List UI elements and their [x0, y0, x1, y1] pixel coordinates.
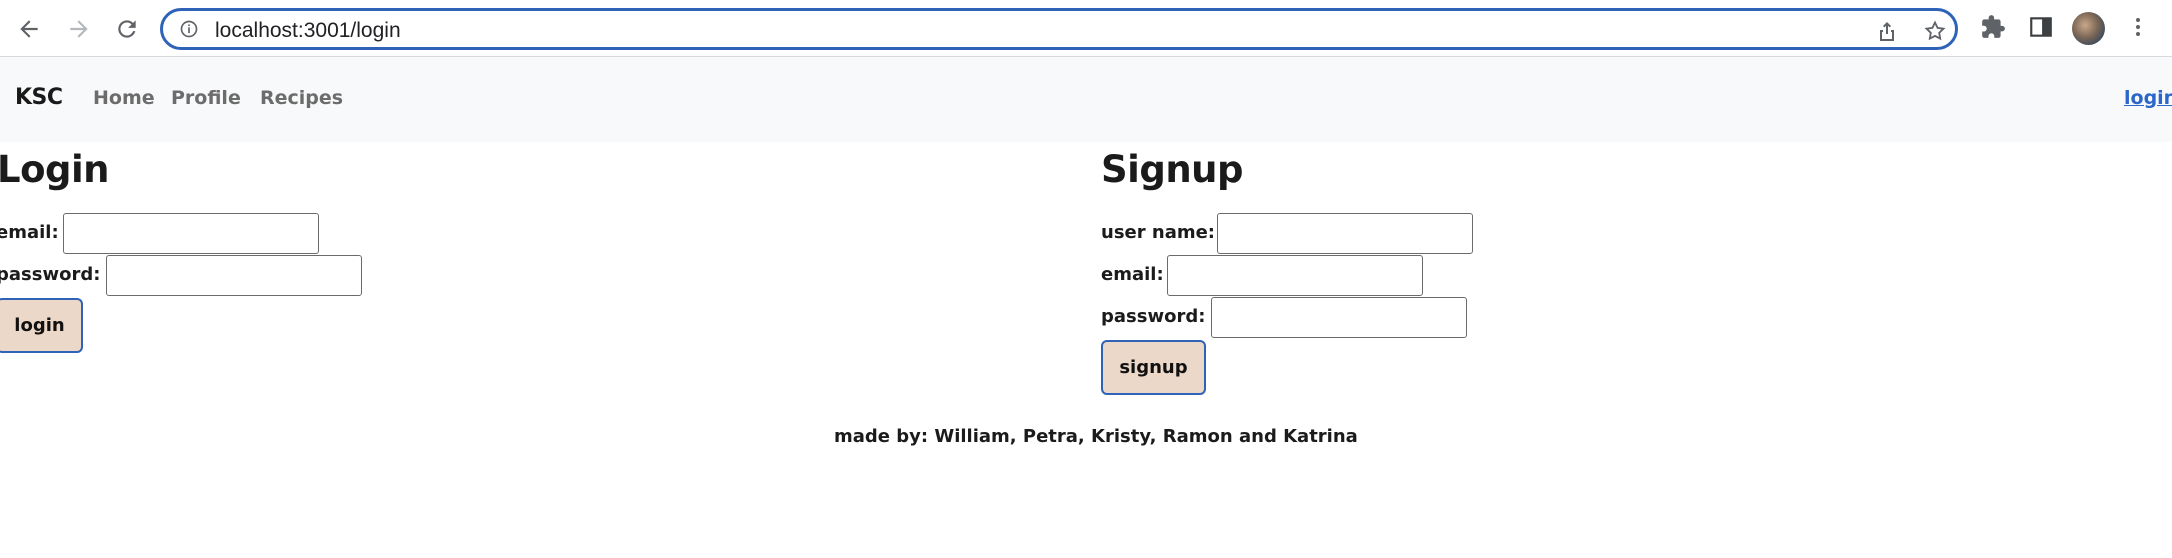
share-icon[interactable] — [1875, 19, 1899, 43]
reload-icon — [118, 20, 136, 38]
login-email-input[interactable] — [63, 213, 319, 254]
arrow-right-icon — [70, 20, 88, 38]
nav-link-profile[interactable]: Profile — [171, 87, 241, 109]
arrow-left-icon — [20, 20, 38, 38]
forward-button[interactable] — [62, 12, 96, 46]
signup-title: Signup — [1101, 148, 1243, 191]
nav-login-link[interactable]: login — [2124, 87, 2172, 109]
brand-logo[interactable]: KSC — [15, 85, 63, 110]
signup-password-label: password: — [1101, 306, 1206, 327]
star-icon[interactable] — [1923, 19, 1947, 43]
info-icon[interactable] — [179, 19, 199, 39]
reload-button[interactable] — [110, 12, 144, 46]
back-button[interactable] — [12, 12, 46, 46]
url-text[interactable]: localhost:3001/login — [215, 19, 401, 43]
sidepanel-icon[interactable] — [2028, 14, 2054, 40]
footer-credits: made by: William, Petra, Kristy, Ramon a… — [834, 426, 1358, 447]
address-bar[interactable]: localhost:3001/login — [160, 8, 1958, 50]
login-password-label: password: — [0, 264, 101, 285]
puzzle-icon[interactable] — [1980, 14, 2006, 40]
signup-email-input[interactable] — [1167, 255, 1423, 296]
signup-password-input[interactable] — [1211, 297, 1467, 338]
login-password-input[interactable] — [106, 255, 362, 296]
avatar[interactable] — [2072, 12, 2105, 45]
app-navbar: KSC Home Profile Recipes login — [0, 57, 2172, 142]
login-title: Login — [0, 148, 110, 191]
login-button[interactable]: login — [0, 298, 83, 353]
login-email-label: email: — [0, 222, 59, 243]
browser-toolbar: localhost:3001/login — [0, 0, 2172, 57]
kebab-menu-icon[interactable] — [2126, 14, 2150, 40]
nav-link-home[interactable]: Home — [93, 87, 155, 109]
signup-username-input[interactable] — [1217, 213, 1473, 254]
signup-username-label: user name: — [1101, 222, 1216, 243]
signup-email-label: email: — [1101, 264, 1164, 285]
nav-link-recipes[interactable]: Recipes — [260, 87, 343, 109]
signup-button[interactable]: signup — [1101, 340, 1206, 395]
